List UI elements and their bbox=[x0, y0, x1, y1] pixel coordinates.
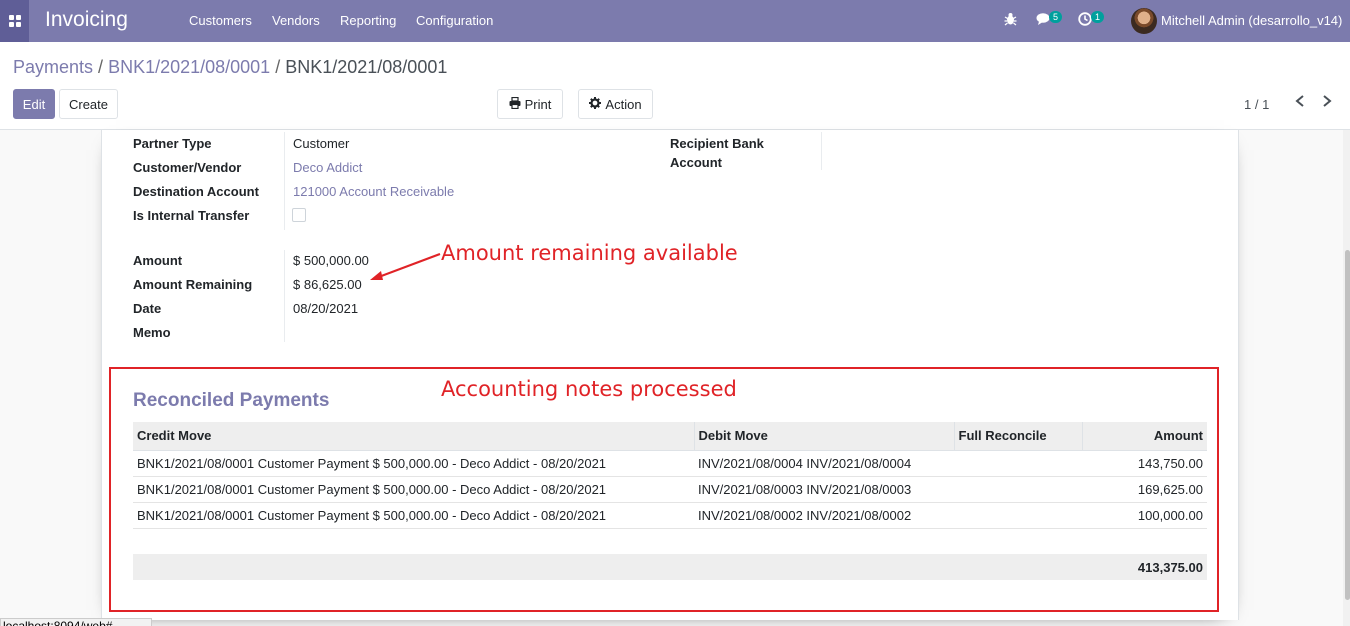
debit-move-cell: INV/2021/08/0002 INV/2021/08/0002 bbox=[694, 502, 954, 529]
edit-button[interactable]: Edit bbox=[13, 89, 55, 119]
breadcrumb-payments[interactable]: Payments bbox=[13, 57, 93, 77]
amount-remaining-label: Amount Remaining bbox=[133, 277, 253, 292]
field-divider bbox=[821, 132, 822, 170]
customer-vendor-label: Customer/Vendor bbox=[133, 160, 242, 175]
user-menu[interactable]: Mitchell Admin (desarrollo_v14) bbox=[1161, 13, 1342, 28]
credit-move-cell: BNK1/2021/08/0001 Customer Payment $ 500… bbox=[133, 502, 694, 529]
print-button[interactable]: Print bbox=[497, 89, 563, 119]
recipient-bank-label: Recipient Bank bbox=[670, 136, 764, 151]
amount-label: Amount bbox=[133, 253, 183, 268]
breadcrumb-separator: / bbox=[275, 57, 281, 77]
action-button[interactable]: Action bbox=[578, 89, 653, 119]
breadcrumb-current: BNK1/2021/08/0001 bbox=[285, 57, 448, 77]
date-label: Date bbox=[133, 301, 162, 316]
debit-move-cell: INV/2021/08/0003 INV/2021/08/0003 bbox=[694, 476, 954, 503]
amount-cell: 143,750.00 bbox=[1082, 450, 1207, 477]
app-title[interactable]: Invoicing bbox=[45, 8, 128, 32]
credit-move-cell: BNK1/2021/08/0001 Customer Payment $ 500… bbox=[133, 476, 694, 503]
reconciled-payments-title: Reconciled Payments bbox=[133, 390, 330, 411]
table-total: 413,375.00 bbox=[1137, 560, 1203, 575]
breadcrumb-separator: / bbox=[98, 57, 104, 77]
column-amount[interactable]: Amount bbox=[1082, 422, 1207, 451]
control-panel: Payments / BNK1/2021/08/0001/BNK1/2021/08/… bbox=[0, 42, 1350, 130]
reconciled-payments-table: Credit Move Debit Move Full Reconcile Am… bbox=[133, 422, 1207, 529]
amount-cell: 169,625.00 bbox=[1082, 476, 1207, 503]
print-button-label: Print bbox=[524, 96, 552, 112]
destination-account-label: Destination Account bbox=[133, 184, 259, 199]
menu-reporting[interactable]: Reporting bbox=[340, 13, 396, 28]
breadcrumb: Payments / BNK1/2021/08/0001/BNK1/2021/08/… bbox=[13, 57, 447, 78]
table-row[interactable]: BNK1/2021/08/0001 Customer Payment $ 500… bbox=[133, 476, 1207, 503]
column-debit-move[interactable]: Debit Move bbox=[694, 422, 955, 451]
amount-value: $ 500,000.00 bbox=[293, 253, 369, 268]
internal-transfer-checkbox[interactable] bbox=[292, 208, 306, 222]
create-button[interactable]: Create bbox=[59, 89, 118, 119]
date-value: 08/20/2021 bbox=[293, 301, 359, 316]
messages-badge: 5 bbox=[1049, 11, 1063, 23]
amount-remaining-value: $ 86,625.00 bbox=[293, 277, 362, 292]
apps-grid-icon bbox=[8, 15, 21, 27]
amount-cell: 100,000.00 bbox=[1082, 502, 1207, 529]
bug-icon[interactable] bbox=[1004, 12, 1017, 29]
clock-icon[interactable] bbox=[1078, 12, 1092, 29]
edit-button-label: Edit bbox=[22, 96, 46, 112]
recipient-bank-label-2: Account bbox=[670, 155, 722, 170]
activities-badge: 1 bbox=[1091, 11, 1105, 23]
menu-customers[interactable]: Customers bbox=[189, 13, 252, 28]
create-button-label: Create bbox=[68, 96, 109, 112]
scrollbar-thumb[interactable] bbox=[1345, 250, 1350, 600]
table-footer-row: 413,375.00 bbox=[133, 554, 1207, 580]
annotation-arrow bbox=[370, 252, 441, 280]
full-reconcile-cell bbox=[954, 450, 1082, 477]
breadcrumb-parent[interactable]: BNK1/2021/08/0001 bbox=[108, 57, 270, 77]
menu-vendors[interactable]: Vendors bbox=[272, 13, 320, 28]
top-navbar: Invoicing Customers Vendors Reporting Co… bbox=[0, 0, 1350, 42]
avatar[interactable] bbox=[1131, 8, 1157, 34]
chevron-right-icon[interactable] bbox=[1321, 92, 1333, 113]
action-button-label: Action bbox=[605, 96, 642, 112]
field-divider bbox=[284, 132, 285, 230]
pager-value[interactable]: 1 / 1 bbox=[1244, 97, 1269, 112]
annotation-accounting-notes: Accounting notes processed bbox=[441, 377, 737, 401]
full-reconcile-cell bbox=[954, 502, 1082, 529]
credit-move-cell: BNK1/2021/08/0001 Customer Payment $ 500… bbox=[133, 450, 694, 477]
column-full-reconcile[interactable]: Full Reconcile bbox=[954, 422, 1083, 451]
chevron-left-icon[interactable] bbox=[1294, 92, 1306, 113]
full-reconcile-cell bbox=[954, 476, 1082, 503]
memo-label: Memo bbox=[133, 325, 171, 340]
destination-account-link[interactable]: 121000 Account Receivable bbox=[293, 184, 454, 199]
table-header-row: Credit Move Debit Move Full Reconcile Am… bbox=[133, 422, 1207, 451]
internal-transfer-label: Is Internal Transfer bbox=[133, 208, 250, 223]
field-divider bbox=[284, 250, 285, 342]
debit-move-cell: INV/2021/08/0004 INV/2021/08/0004 bbox=[694, 450, 954, 477]
column-credit-move[interactable]: Credit Move bbox=[133, 422, 695, 451]
menu-configuration[interactable]: Configuration bbox=[416, 13, 493, 28]
table-row[interactable]: BNK1/2021/08/0001 Customer Payment $ 500… bbox=[133, 450, 1207, 477]
annotation-amount-remaining: Amount remaining available bbox=[441, 241, 738, 265]
table-row[interactable]: BNK1/2021/08/0001 Customer Payment $ 500… bbox=[133, 502, 1207, 529]
gear-icon bbox=[589, 96, 602, 112]
partner-type-value[interactable]: Customer bbox=[293, 136, 349, 151]
apps-menu-button[interactable] bbox=[0, 0, 29, 42]
print-icon bbox=[509, 96, 521, 112]
customer-vendor-link[interactable]: Deco Addict bbox=[293, 160, 362, 175]
browser-status-url: localhost:8094/web# bbox=[0, 618, 152, 626]
partner-type-label: Partner Type bbox=[133, 136, 212, 151]
